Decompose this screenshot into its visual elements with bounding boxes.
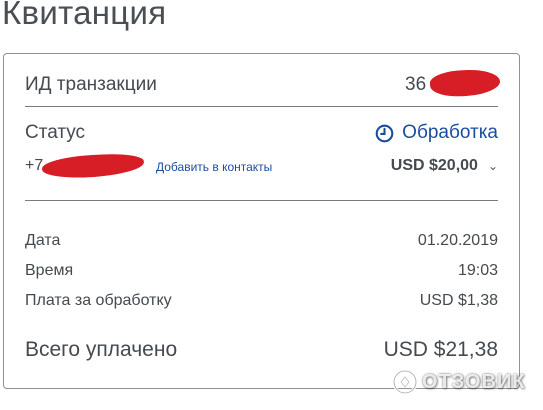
transaction-id-row: ИД транзакции 36: [25, 66, 501, 100]
clock-icon: [375, 124, 394, 142]
chevron-down-icon[interactable]: ⌄: [488, 159, 498, 173]
divider-middle: [25, 200, 498, 201]
time-value: 19:03: [457, 262, 498, 279]
date-value: 01.20.2019: [417, 232, 498, 249]
status-text: Обработка: [402, 122, 498, 143]
date-row: Дата 01.20.2019: [25, 232, 498, 254]
phone-row: +7 Добавить в контакты USD $20,00 ⌄: [25, 152, 498, 180]
fee-row: Плата за обработку USD $1,38: [25, 292, 498, 314]
add-to-contacts-link[interactable]: Добавить в контакты: [156, 160, 272, 174]
transaction-id-label: ИД транзакции: [25, 74, 157, 95]
otzovik-logo-icon: [392, 369, 418, 395]
status-label: Статус: [25, 122, 86, 143]
receipt-card: ИД транзакции 36 Статус Обработка +7 Доб…: [3, 53, 520, 389]
phone-number: +7: [25, 157, 44, 174]
amount-value: USD $20,00 ⌄: [390, 157, 498, 174]
status-row: Статус Обработка: [25, 122, 498, 148]
time-row: Время 19:03: [25, 262, 498, 284]
total-value: USD $21,38: [383, 338, 498, 361]
watermark-text: ОТЗОВИК: [422, 370, 526, 393]
fee-value: USD $1,38: [419, 292, 498, 309]
status-value: Обработка: [375, 122, 498, 144]
page-title: Квитанция: [2, 0, 167, 31]
fee-label: Плата за обработку: [25, 292, 172, 309]
divider-top: [25, 106, 498, 107]
phone-redaction: [41, 152, 145, 180]
total-label: Всего уплачено: [25, 338, 178, 361]
time-label: Время: [25, 262, 74, 279]
total-row: Всего уплачено USD $21,38: [25, 338, 498, 368]
otzovik-watermark: ОТЗОВИК: [392, 369, 526, 395]
date-label: Дата: [25, 232, 61, 249]
